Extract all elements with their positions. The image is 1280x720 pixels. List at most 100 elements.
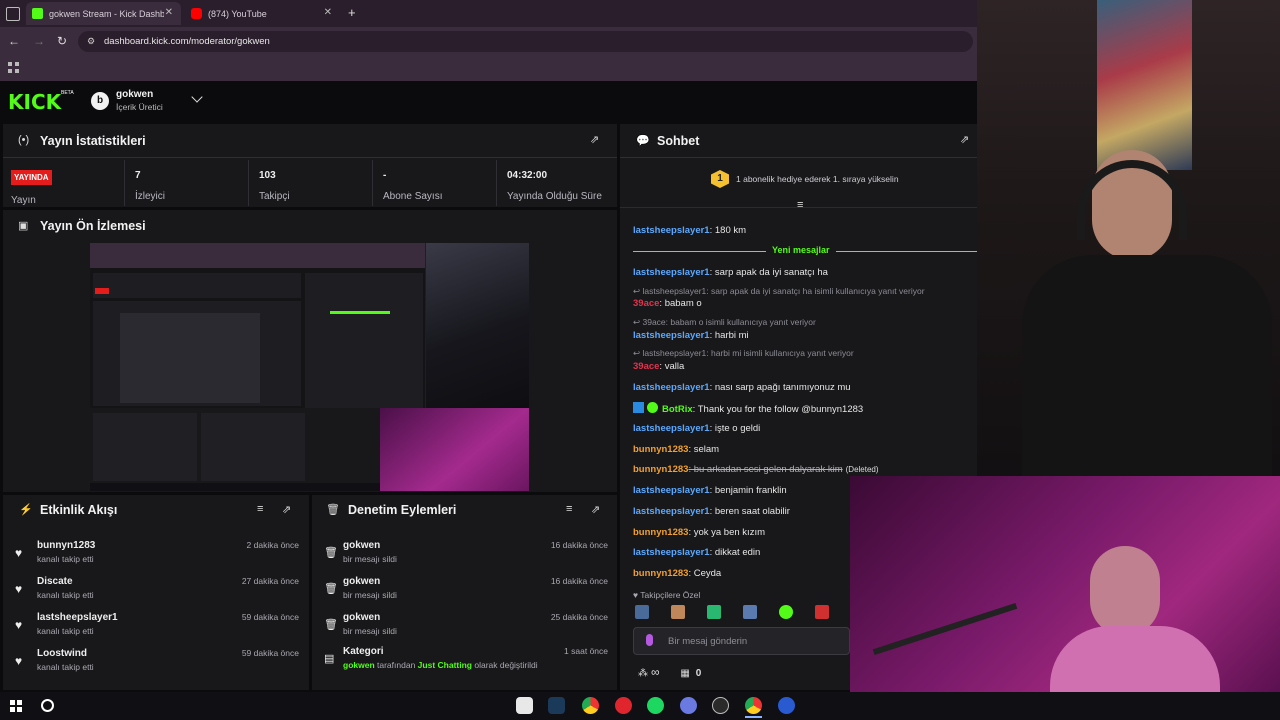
chat-message: bunnyn1283: Ceyda: [633, 568, 721, 579]
chat-username[interactable]: lastsheepslayer1: [633, 330, 710, 341]
chat-username[interactable]: lastsheepslayer1: [633, 267, 710, 278]
list-item[interactable]: 🗑 gokwen bir mesajı sildi 16 dakika önce: [312, 540, 617, 576]
filter-icon[interactable]: ≡: [257, 503, 263, 515]
trash-icon: 🗑: [324, 547, 338, 559]
chrome-active-icon[interactable]: [745, 697, 762, 714]
streamer-body: [1022, 255, 1272, 476]
close-tab-icon[interactable]: ✕: [165, 7, 173, 18]
opera-icon[interactable]: [615, 697, 632, 714]
avatar[interactable]: b: [91, 92, 109, 110]
follow-action: kanalı takip etti: [37, 626, 94, 636]
heart-icon: ♥: [15, 654, 23, 668]
spotify-icon[interactable]: [647, 697, 664, 714]
chrome-icon[interactable]: [582, 697, 599, 714]
category-end: olarak değiştirildi: [471, 660, 538, 670]
chat-username[interactable]: bunnyn1283: [633, 464, 688, 475]
chat-username[interactable]: bunnyn1283: [633, 527, 688, 538]
beta-badge: BETA: [61, 90, 74, 96]
chat-username[interactable]: lastsheepslayer1: [633, 225, 710, 236]
tab-youtube[interactable]: (874) YouTube ✕: [185, 2, 340, 25]
chat-username[interactable]: 39ace: [633, 361, 659, 372]
chat-username[interactable]: bunnyn1283: [633, 444, 688, 455]
forward-icon[interactable]: →: [33, 34, 45, 48]
stream-preview-video[interactable]: [90, 243, 529, 491]
apps-grid-icon[interactable]: [8, 62, 19, 73]
chat-username[interactable]: lastsheepslayer1: [633, 506, 710, 517]
chat-username[interactable]: bunnyn1283: [633, 568, 688, 579]
divider: [248, 160, 249, 206]
reply-reference: ↩ lastsheepslayer1: harbi mi isimli kull…: [633, 348, 854, 359]
points-value: 0: [695, 668, 702, 679]
event-time: 59 dakika önce: [241, 612, 299, 622]
youtube-icon: [191, 8, 202, 19]
points-row: ⁂ ∞ ▦ 0: [638, 665, 701, 679]
chat-text: : işte o geldi: [709, 423, 761, 434]
discord-icon[interactable]: [680, 697, 697, 714]
list-item[interactable]: ♥ Loostwind kanalı takip etti 59 dakika …: [3, 648, 309, 684]
list-item[interactable]: ♥ bunnyn1283 kanalı takip etti 2 dakika …: [3, 540, 309, 576]
browser-tab-bar: gokwen Stream - Kick Dashboa ✕ (874) You…: [0, 0, 977, 27]
chat-title: Sohbet: [657, 134, 700, 148]
emote-icon[interactable]: [635, 605, 649, 619]
kick-logo[interactable]: KICK: [8, 90, 61, 114]
mod-action: bir mesajı sildi: [343, 590, 397, 600]
list-item[interactable]: ▤ Kategori gokwen tarafından Just Chatti…: [312, 646, 617, 682]
chat-text: : benjamin franklin: [709, 485, 787, 496]
chat-input-placeholder: Bir mesaj gönderin: [668, 636, 748, 647]
popout-icon[interactable]: ⇗: [591, 503, 600, 516]
chat-username[interactable]: lastsheepslayer1: [633, 547, 710, 558]
new-tab-button[interactable]: +: [348, 5, 356, 20]
store-icon[interactable]: [516, 697, 533, 714]
url-input[interactable]: ⚙ dashboard.kick.com/moderator/gokwen: [78, 31, 973, 52]
pinned-toggle-icon[interactable]: ≡: [797, 199, 803, 211]
bot-badge-icon: [633, 402, 644, 413]
tab-menu-icon[interactable]: [6, 7, 20, 21]
chat-username[interactable]: 39ace: [633, 298, 659, 309]
site-info-icon[interactable]: ⚙: [87, 31, 95, 52]
back-icon[interactable]: ←: [8, 34, 20, 48]
follower-name: lastsheepslayer1: [37, 612, 118, 623]
tab-kick-dashboard[interactable]: gokwen Stream - Kick Dashboa ✕: [26, 2, 181, 25]
search-icon[interactable]: [41, 699, 54, 712]
list-item[interactable]: ♥ Discate kanalı takip etti 27 dakika ön…: [3, 576, 309, 612]
points-icon[interactable]: ⁂: [638, 668, 648, 679]
stats-title: Yayın İstatistikleri: [40, 134, 146, 148]
emote-icon[interactable]: [671, 605, 685, 619]
obs-icon[interactable]: [712, 697, 729, 714]
tab-title: (874) YouTube: [208, 8, 267, 19]
viewers-label: İzleyici: [135, 191, 166, 202]
emote-icon[interactable]: [743, 605, 757, 619]
emote-icon[interactable]: [707, 605, 721, 619]
list-item[interactable]: 🗑 gokwen bir mesajı sildi 25 dakika önce: [312, 612, 617, 648]
list-item[interactable]: 🗑 gokwen bir mesajı sildi 16 dakika önce: [312, 576, 617, 612]
microphone-icon[interactable]: [646, 634, 653, 646]
chat-message: lastsheepslayer1: dikkat edin: [633, 547, 760, 558]
chat-username[interactable]: BotRix: [662, 404, 693, 415]
chat-input[interactable]: Bir mesaj gönderin: [633, 627, 850, 655]
chat-username[interactable]: lastsheepslayer1: [633, 382, 710, 393]
list-item[interactable]: ♥ lastsheepslayer1 kanalı takip etti 59 …: [3, 612, 309, 648]
gift-box-icon[interactable]: ▦: [680, 668, 689, 679]
windows-start-icon[interactable]: [10, 700, 22, 712]
event-time: 16 dakika önce: [550, 576, 608, 586]
chat-message: lastsheepslayer1: beren saat olabilir: [633, 506, 790, 517]
ea-icon[interactable]: [778, 697, 795, 714]
chat-message: bunnyn1283: selam: [633, 444, 719, 455]
popout-icon[interactable]: ⇗: [960, 133, 969, 146]
gift-text[interactable]: 1 abonelik hediye ederek 1. sıraya yükse…: [736, 174, 899, 184]
chat-username[interactable]: lastsheepslayer1: [633, 423, 710, 434]
steam-icon[interactable]: [548, 697, 565, 714]
emote-icon[interactable]: [815, 605, 829, 619]
filter-icon[interactable]: ≡: [566, 503, 572, 515]
second-person-body: [1050, 626, 1220, 692]
chat-text: : valla: [659, 361, 685, 372]
activity-title: Etkinlik Akışı: [40, 503, 118, 517]
chevron-down-icon[interactable]: [191, 91, 203, 103]
popout-icon[interactable]: ⇗: [590, 133, 599, 146]
emote-icon[interactable]: [779, 605, 793, 619]
close-tab-icon[interactable]: ✕: [324, 7, 332, 18]
chat-username[interactable]: lastsheepslayer1: [633, 485, 710, 496]
chat-message: 39ace: valla: [633, 361, 684, 372]
popout-icon[interactable]: ⇗: [282, 503, 291, 516]
reload-icon[interactable]: ↻: [57, 34, 67, 48]
